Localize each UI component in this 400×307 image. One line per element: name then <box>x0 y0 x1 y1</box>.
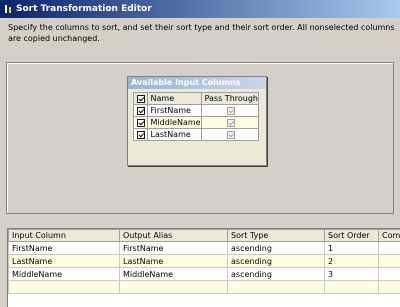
sort-columns-grid-panel: Input Column Output Alias Sort Type Sort… <box>7 228 400 307</box>
sort-type-cell[interactable]: ascending <box>227 254 325 268</box>
input-column-cell[interactable]: LastName <box>8 254 120 268</box>
window-title: Sort Transformation Editor <box>16 4 152 14</box>
firstname-select-checkbox[interactable] <box>137 106 145 115</box>
column-name: MiddleName <box>146 116 202 129</box>
sort-type-cell[interactable]: ascending <box>227 267 325 281</box>
available-columns-grid: Name Pass Through FirstName MiddleName L… <box>133 92 260 141</box>
column-name: FirstName <box>146 104 202 117</box>
pass-through-header: Pass Through <box>200 92 260 105</box>
firstname-passthrough-checkbox <box>227 106 236 115</box>
available-input-columns-title[interactable]: Available Input Columns <box>128 77 266 89</box>
description-text: Specify the columns to sort, and set the… <box>8 23 395 43</box>
sort-order-cell[interactable]: 1 <box>324 241 379 255</box>
output-alias-cell[interactable]: FirstName <box>119 241 228 255</box>
column-row: MiddleName <box>133 116 260 129</box>
column-row: FirstName <box>133 104 260 117</box>
sort-order-cell[interactable]: 3 <box>324 267 379 281</box>
grid-header-row: Input Column Output Alias Sort Type Sort… <box>8 229 400 242</box>
select-all-header[interactable] <box>133 92 148 105</box>
column-row: LastName <box>133 128 260 141</box>
select-all-checkbox[interactable] <box>137 94 145 103</box>
title-bar: Sort Transformation Editor <box>0 0 400 18</box>
comparison-flags-cell[interactable] <box>378 267 400 281</box>
comparison-flags-cell[interactable] <box>378 254 400 268</box>
comparison-flags-cell[interactable] <box>378 280 400 294</box>
lastname-select-checkbox[interactable] <box>137 130 145 139</box>
input-column-cell[interactable]: FirstName <box>8 241 120 255</box>
comparison-flags-header[interactable]: Com <box>378 229 400 242</box>
sort-order-header[interactable]: Sort Order <box>324 229 379 242</box>
comparison-flags-cell[interactable] <box>378 241 400 255</box>
new-row <box>8 280 400 294</box>
sort-icon <box>5 5 11 13</box>
table-row: LastName LastName ascending 2 <box>8 254 400 268</box>
sort-type-cell[interactable] <box>227 280 325 294</box>
table-row: MiddleName MiddleName ascending 3 <box>8 267 400 281</box>
output-alias-header[interactable]: Output Alias <box>119 229 228 242</box>
sort-type-header[interactable]: Sort Type <box>227 229 325 242</box>
sort-type-cell[interactable]: ascending <box>227 241 325 255</box>
middlename-passthrough-checkbox <box>227 118 236 127</box>
output-alias-cell[interactable]: LastName <box>119 254 228 268</box>
input-column-header[interactable]: Input Column <box>8 229 120 242</box>
column-name: LastName <box>146 128 202 141</box>
middlename-select-checkbox[interactable] <box>137 118 145 127</box>
output-alias-cell[interactable]: MiddleName <box>119 267 228 281</box>
lastname-passthrough-checkbox <box>227 130 236 139</box>
available-input-columns-window[interactable]: Available Input Columns Name Pass Throug… <box>127 76 267 166</box>
input-column-cell[interactable] <box>8 280 120 294</box>
sort-order-cell[interactable] <box>324 280 379 294</box>
sort-order-cell[interactable]: 2 <box>324 254 379 268</box>
output-alias-cell[interactable] <box>119 280 228 294</box>
table-row: FirstName FirstName ascending 1 <box>8 241 400 255</box>
splitter-handle[interactable] <box>0 218 400 222</box>
name-header: Name <box>146 92 202 105</box>
input-column-cell[interactable]: MiddleName <box>8 267 120 281</box>
sort-columns-grid: Input Column Output Alias Sort Type Sort… <box>8 229 400 294</box>
